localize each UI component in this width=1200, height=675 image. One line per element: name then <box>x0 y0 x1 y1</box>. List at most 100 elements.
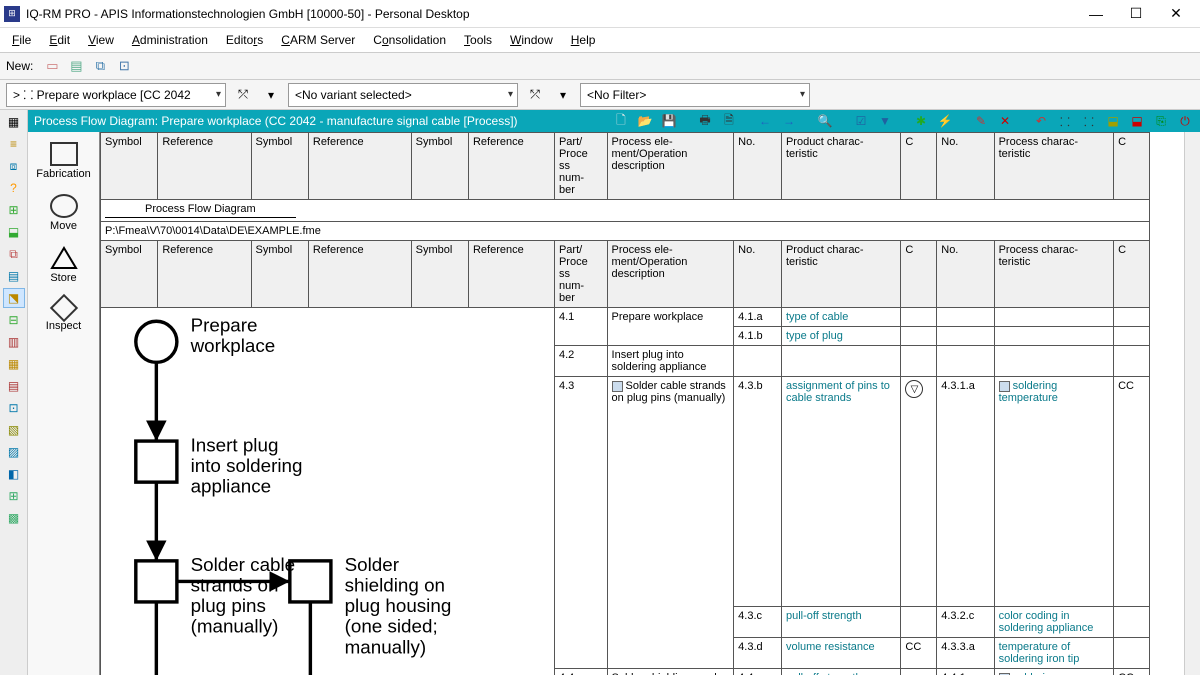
rail-struct-icon[interactable]: ⊞ <box>3 200 25 220</box>
prod-char[interactable]: assignment of pins to cable strands <box>781 377 900 607</box>
print-icon[interactable]: 🖶 <box>696 112 714 130</box>
close-button[interactable]: ✕ <box>1156 1 1196 27</box>
menu-file[interactable]: File <box>4 30 39 50</box>
bolt-icon[interactable]: ⚡ <box>936 112 954 130</box>
save-icon[interactable]: 💾 <box>660 112 678 130</box>
proc-class <box>1114 327 1150 346</box>
svg-text:Solder cable: Solder cable <box>191 554 296 575</box>
find-icon[interactable]: 🔍 <box>816 112 834 130</box>
rail-r10-icon[interactable]: ▩ <box>3 508 25 528</box>
rail-grid-icon[interactable]: ▦ <box>3 112 25 132</box>
palette-move[interactable]: Move <box>28 190 99 236</box>
diagram-title-row: Process Flow Diagram <box>101 200 1150 222</box>
proc-char[interactable]: soldering temperature <box>994 377 1113 607</box>
p2-icon[interactable]: ⸬ <box>1080 112 1098 130</box>
menu-consolidation[interactable]: Consolidation <box>365 30 454 50</box>
p1-icon[interactable]: ⸬ <box>1056 112 1074 130</box>
rail-r9-icon[interactable]: ⊞ <box>3 486 25 506</box>
rail-matrix-icon[interactable]: ▤ <box>3 266 25 286</box>
menu-editors[interactable]: Editors <box>218 30 271 50</box>
prod-char[interactable]: volume resistance <box>781 638 900 669</box>
rail-net-icon[interactable]: ⬓ <box>3 222 25 242</box>
pin2-icon[interactable]: ⬓ <box>1128 112 1146 130</box>
entry-icon <box>999 381 1010 392</box>
proc-char[interactable] <box>994 346 1113 377</box>
menu-edit[interactable]: Edit <box>41 30 78 50</box>
menu-help[interactable]: Help <box>563 30 604 50</box>
part-number: 4.2 <box>554 346 607 377</box>
dropdown-icon[interactable]: ▾ <box>260 84 282 106</box>
menu-carm-server[interactable]: CARM Server <box>273 30 363 50</box>
rail-r4-icon[interactable]: ▤ <box>3 376 25 396</box>
proc-char[interactable]: temperature of soldering iron tip <box>994 638 1113 669</box>
new-structure-icon[interactable]: ▭ <box>43 57 61 75</box>
rail-help-icon[interactable]: ? <box>3 178 25 198</box>
filter-select[interactable]: <No Filter> <box>580 83 810 107</box>
star-icon[interactable]: ✱ <box>912 112 930 130</box>
rail-r5-icon[interactable]: ⊡ <box>3 398 25 418</box>
maximize-button[interactable]: ☐ <box>1116 1 1156 27</box>
prod-no: 4.4.c <box>734 669 782 675</box>
grid-scroll[interactable]: Symbol Reference Symbol Reference Symbol… <box>100 132 1184 675</box>
proc-char[interactable] <box>994 327 1113 346</box>
preview-icon[interactable]: 🗎 <box>720 112 738 130</box>
form-icon[interactable]: ☑ <box>852 112 870 130</box>
rail-flow-icon[interactable]: ⧉ <box>3 244 25 264</box>
close-panel-icon[interactable]: ⏻ <box>1176 112 1194 130</box>
proc-char[interactable]: soldering temperature <box>994 669 1113 675</box>
sync2-icon[interactable]: ⤱ <box>524 84 546 106</box>
scrollbar-vertical[interactable] <box>1184 132 1200 675</box>
rail-r3-icon[interactable]: ▦ <box>3 354 25 374</box>
prod-char[interactable]: type of plug <box>781 327 900 346</box>
undo-icon[interactable]: ↶ <box>1032 112 1050 130</box>
filter-icon[interactable]: ▼ <box>876 112 894 130</box>
new-doc-icon[interactable]: ▤ <box>67 57 85 75</box>
col-part: Part/Processnum-ber <box>554 241 607 308</box>
prod-char[interactable] <box>781 346 900 377</box>
palette-store[interactable]: Store <box>28 242 99 288</box>
delete-icon[interactable]: ✕ <box>996 112 1014 130</box>
prod-char[interactable]: pull-off strength <box>781 669 900 675</box>
minimize-button[interactable]: — <box>1076 1 1116 27</box>
menu-view[interactable]: View <box>80 30 122 50</box>
menu-window[interactable]: Window <box>502 30 561 50</box>
new-node-icon[interactable]: ⊡ <box>115 57 133 75</box>
sync-icon[interactable]: ⤱ <box>232 84 254 106</box>
exit-icon[interactable]: ⎘ <box>1152 112 1170 130</box>
rail-list-icon[interactable]: ≡ <box>3 134 25 154</box>
rail-diagram-icon[interactable]: ⬔ <box>3 288 25 308</box>
edit-icon[interactable]: ✎ <box>972 112 990 130</box>
palette-inspect[interactable]: Inspect <box>28 294 99 336</box>
circle-shape-icon <box>50 194 78 218</box>
prod-char[interactable]: pull-off strength <box>781 607 900 638</box>
rail-r6-icon[interactable]: ▧ <box>3 420 25 440</box>
flow-cell[interactable]: PrepareworkplaceInsert pluginto solderin… <box>101 308 555 675</box>
back-icon[interactable]: ← <box>756 112 774 130</box>
proc-char[interactable] <box>994 308 1113 327</box>
new-file-icon[interactable]: 🗋 <box>612 112 630 130</box>
menu-administration[interactable]: Administration <box>124 30 216 50</box>
palette-fabrication[interactable]: Fabrication <box>28 138 99 184</box>
structure-select[interactable]: > ⸬ Prepare workplace [CC 2042 <box>6 83 226 107</box>
rail-tree-icon[interactable]: ⧈ <box>3 156 25 176</box>
variant-select[interactable]: <No variant selected> <box>288 83 518 107</box>
svg-text:Solder: Solder <box>345 554 399 575</box>
rail-r7-icon[interactable]: ▨ <box>3 442 25 462</box>
rail-r2-icon[interactable]: ▥ <box>3 332 25 352</box>
rail-r8-icon[interactable]: ◧ <box>3 464 25 484</box>
new-chart-icon[interactable]: ⧉ <box>91 57 109 75</box>
prod-no: 4.3.d <box>734 638 782 669</box>
proc-no <box>937 346 994 377</box>
menu-tools[interactable]: Tools <box>456 30 500 50</box>
open-icon[interactable]: 📂 <box>636 112 654 130</box>
svg-text:into soldering: into soldering <box>191 455 303 476</box>
pin1-icon[interactable]: ⬓ <box>1104 112 1122 130</box>
dropdown2-icon[interactable]: ▾ <box>552 84 574 106</box>
prod-char[interactable]: type of cable <box>781 308 900 327</box>
rail-r1-icon[interactable]: ⊟ <box>3 310 25 330</box>
class-symbol-icon: ▽ <box>905 380 923 398</box>
col-reference: Reference <box>158 241 251 308</box>
shape-palette: Fabrication Move Store Inspect <box>28 132 100 675</box>
forward-icon[interactable]: → <box>780 112 798 130</box>
proc-char[interactable]: color coding in soldering appliance <box>994 607 1113 638</box>
